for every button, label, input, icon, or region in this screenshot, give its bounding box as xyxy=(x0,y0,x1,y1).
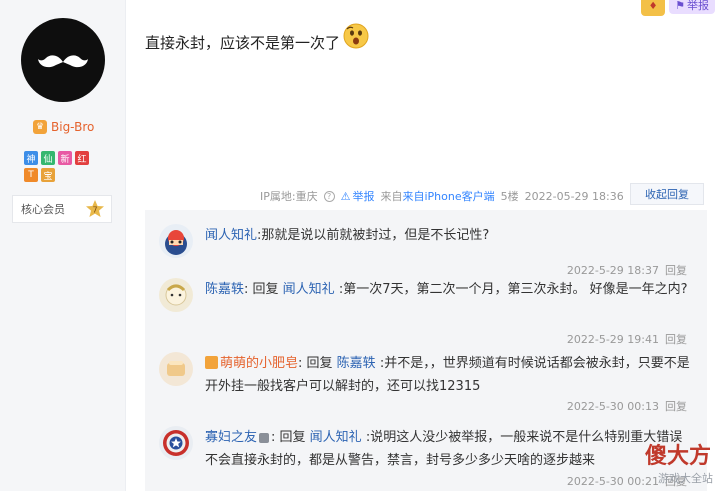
member-label: 核心会员 xyxy=(21,203,65,216)
user-panel: ♛ Big-Bro 神 仙 新 红 T 宝 核心会员 7 xyxy=(0,0,126,491)
reply-time: 2022-5-29 18:37 xyxy=(566,264,659,277)
post-report-link[interactable]: ⚠ 举报 xyxy=(341,188,375,204)
post-time: 2022-05-29 18:36 xyxy=(524,189,624,203)
user-avatar[interactable] xyxy=(21,18,105,102)
reply-button[interactable]: 回复 xyxy=(665,400,687,413)
post-content: 直接永封，应该不是第一次了 xyxy=(145,23,370,53)
top-toolbar: ♦ ⚑ 举报 xyxy=(641,0,715,16)
reply-meta: 2022-5-29 18:37 回复 xyxy=(567,262,687,278)
badge[interactable]: 红 xyxy=(75,151,89,165)
reply-meta: 2022-5-30 00:13 回复 xyxy=(567,398,687,414)
watermark-subtitle: 游戏大全站 xyxy=(658,472,713,485)
badge[interactable]: 宝 xyxy=(41,168,55,182)
watermark: 傻大方 xyxy=(645,438,711,470)
watermark-logo: 傻大方 xyxy=(644,443,711,469)
reply-list: 闻人知礼:那就是说以前就被封过，但是不长记性? 2022-5-29 18:37 回… xyxy=(145,210,707,491)
soap-avatar-icon xyxy=(159,352,193,386)
badge[interactable]: 仙 xyxy=(41,151,55,165)
mustache-icon xyxy=(38,55,88,68)
reply-username[interactable]: 萌萌的小肥皂 xyxy=(220,356,298,371)
post-floor: 5楼 xyxy=(500,190,519,203)
post-text: 直接永封，应该不是第一次了 xyxy=(145,34,341,52)
reply-to-username[interactable]: 陈嘉轶 xyxy=(337,356,376,371)
member-level: 7 xyxy=(92,206,97,215)
reply-username[interactable]: 寡妇之友 xyxy=(205,430,257,445)
gift-icon[interactable]: ♦ xyxy=(641,0,666,16)
top-report-label: 举报 xyxy=(687,0,709,12)
report-icon: ⚑ xyxy=(675,0,685,12)
warning-icon: ⚠ xyxy=(340,189,351,203)
badge[interactable]: 新 xyxy=(58,151,72,165)
level-icon: ♛ xyxy=(33,120,47,134)
user-name[interactable]: Big-Bro xyxy=(51,120,94,134)
badge-list: 神 仙 新 红 T 宝 xyxy=(24,151,104,182)
user-name-row: ♛ Big-Bro xyxy=(33,120,94,134)
help-icon[interactable]: ? xyxy=(323,190,335,202)
reply-body: 萌萌的小肥皂: 回复 陈嘉轶 :并不是，，世界频道有时候说话都会被永封，只要不是… xyxy=(205,352,695,398)
reply-button[interactable]: 回复 xyxy=(665,264,687,277)
badge[interactable]: 神 xyxy=(24,151,38,165)
reply-prefix: : 回复 xyxy=(271,430,310,445)
reply-to-username[interactable]: 闻人知礼 xyxy=(283,282,335,297)
reply-text: 那就是说以前就被封过，但是不长记性? xyxy=(261,228,490,243)
reply-prefix: : 回复 xyxy=(298,356,337,371)
top-report-button[interactable]: ⚑ 举报 xyxy=(669,0,715,14)
reply-avatar[interactable] xyxy=(159,224,193,258)
reply-body: 寡妇之友: 回复 闻人知礼 :说明这人没少被举报，一般来说不是什么特别重大错误不… xyxy=(205,426,695,472)
reply-to-username[interactable]: 闻人知礼 xyxy=(310,430,362,445)
reply-meta: 2022-5-29 19:41 回复 xyxy=(567,331,687,347)
reply-text: :第一次7天，第二次一个月，第三次永封。 好像是一年之内? xyxy=(334,282,688,297)
reply-avatar[interactable] xyxy=(159,278,193,312)
cartoon-avatar-icon xyxy=(159,224,193,258)
device-icon xyxy=(259,433,270,443)
reply-username[interactable]: 陈嘉轶 xyxy=(205,282,244,297)
reply-prefix: : 回复 xyxy=(244,282,283,297)
reply-body: 陈嘉轶: 回复 闻人知礼 :第一次7天，第二次一个月，第三次永封。 好像是一年之… xyxy=(205,278,695,301)
device-link[interactable]: 来自iPhone客户端 xyxy=(402,190,494,203)
reply-button[interactable]: 回复 xyxy=(665,333,687,346)
post-report-label: 举报 xyxy=(352,190,375,203)
member-badge[interactable]: 核心会员 7 xyxy=(12,195,112,223)
crown-icon xyxy=(205,356,218,369)
reply-time: 2022-5-30 00:21 xyxy=(566,475,659,488)
reply-body: 闻人知礼:那就是说以前就被封过，但是不长记性? xyxy=(205,224,695,247)
post-meta: IP属地:重庆 ? ⚠ 举报 来自来自iPhone客户端 5楼 2022-05-… xyxy=(260,188,624,204)
reply-time: 2022-5-29 19:41 xyxy=(566,333,659,346)
post-device: 来自来自iPhone客户端 xyxy=(380,190,495,203)
cartoon-avatar-icon xyxy=(159,278,193,312)
star-level-icon: 7 xyxy=(86,200,104,217)
badge[interactable]: T xyxy=(24,168,38,182)
shield-avatar-icon xyxy=(159,426,193,460)
reply-username[interactable]: 闻人知礼 xyxy=(205,228,257,243)
reply-avatar[interactable] xyxy=(159,426,193,460)
reply-avatar[interactable] xyxy=(159,352,193,386)
ip-location: IP属地:重庆 xyxy=(260,190,318,203)
reply-time: 2022-5-30 00:13 xyxy=(566,400,659,413)
collapse-replies-button[interactable]: 收起回复 xyxy=(630,183,704,205)
surprised-emoji-icon xyxy=(343,23,369,48)
